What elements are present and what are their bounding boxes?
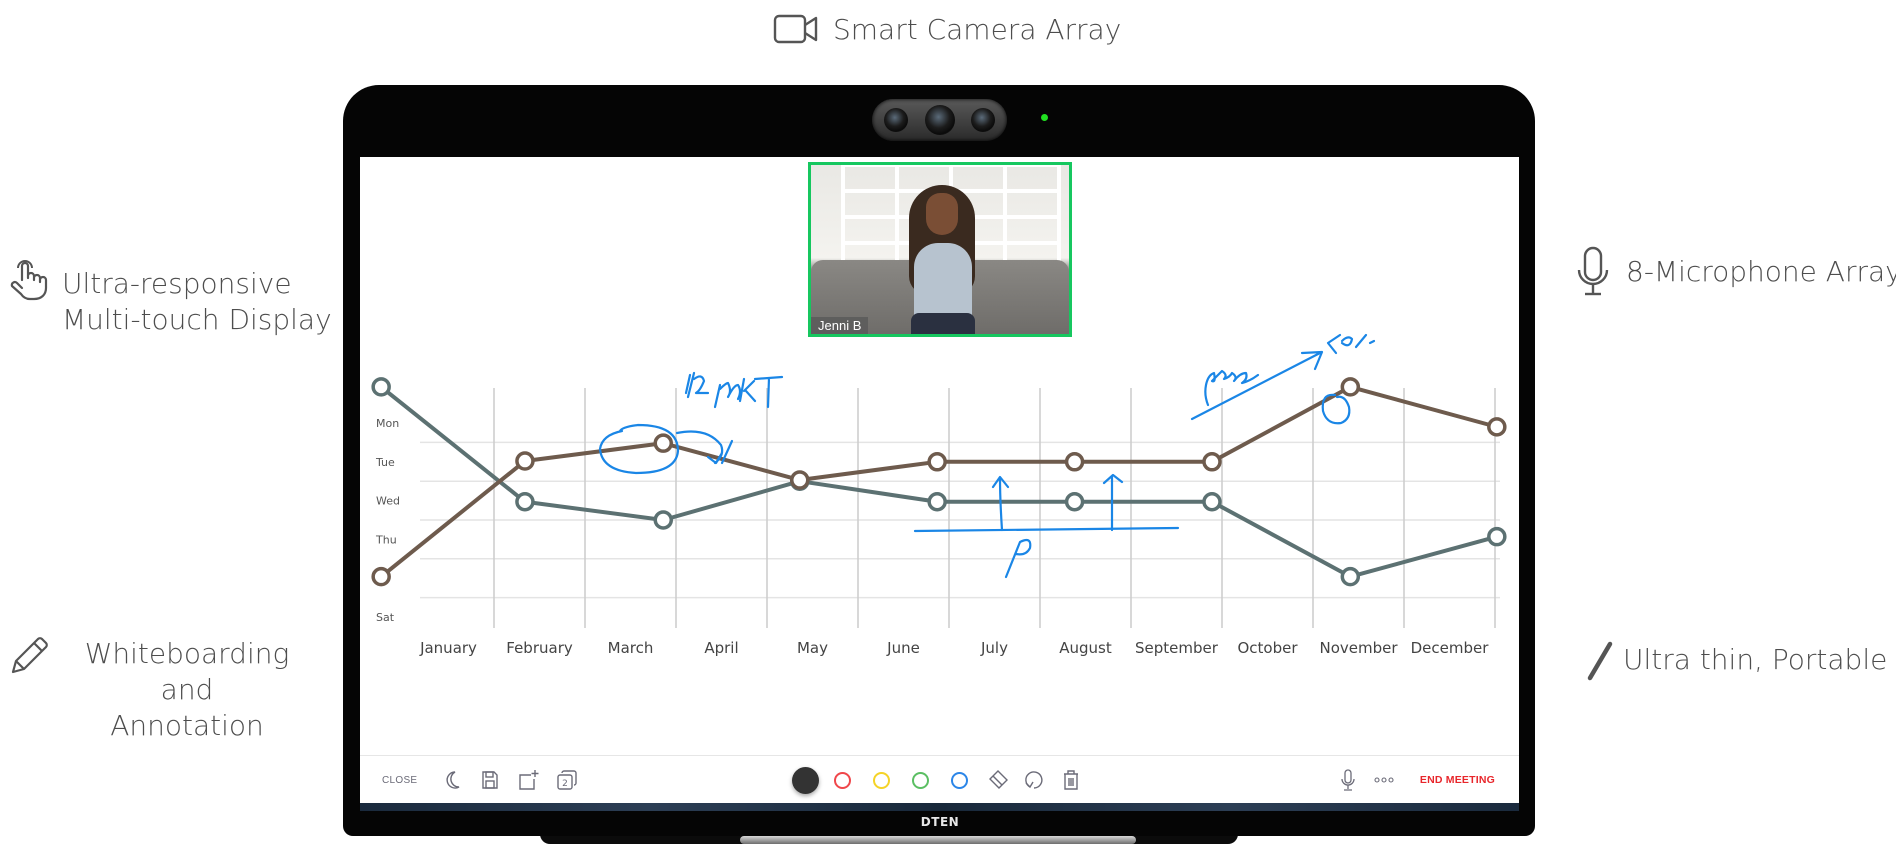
device-stand-bar — [740, 836, 1136, 844]
feature-label-line1: Ultra-responsive — [62, 267, 292, 300]
ink-text-half-mkt — [684, 371, 784, 409]
camera-lens-left — [884, 108, 908, 132]
touch-hand-icon — [10, 260, 48, 301]
video-camera-icon — [773, 14, 818, 44]
delete-button[interactable] — [1058, 756, 1084, 803]
pages-count: 2 — [562, 779, 568, 789]
color-swatch-red[interactable] — [829, 756, 855, 803]
color-swatch-green[interactable] — [907, 756, 933, 803]
whiteboard-toolbar: CLOSE 2 END MEETING — [360, 755, 1519, 803]
camera-status-led — [1041, 114, 1048, 121]
feature-smart-camera: Smart Camera Array — [773, 12, 1122, 48]
pages-button[interactable]: 2 — [554, 756, 580, 803]
brand-logo: DTEN — [920, 815, 960, 829]
more-icon — [1374, 777, 1394, 783]
feature-label: Smart Camera Array — [833, 13, 1122, 46]
participant-legs — [911, 313, 975, 334]
slash-thin-icon — [1587, 641, 1613, 681]
new-page-button[interactable] — [515, 756, 541, 803]
camera-module — [872, 99, 1007, 141]
participant-face — [926, 193, 958, 235]
eraser-button[interactable] — [985, 756, 1011, 803]
whiteboard-screen[interactable]: MonTueWedThuFriSatJanuaryFebruaryMarchAp… — [360, 157, 1519, 803]
camera-lens-right — [971, 108, 995, 132]
mute-button[interactable] — [1337, 756, 1359, 803]
feature-ultra-thin: Ultra thin, Portable — [1587, 641, 1888, 681]
feature-multitouch: Ultra-responsive Multi-touch Display — [10, 260, 332, 338]
feature-whiteboarding: Whiteboarding and Annotation — [11, 636, 316, 744]
pages-icon: 2 — [557, 770, 577, 790]
color-swatch-blue[interactable] — [946, 756, 972, 803]
night-mode-button[interactable] — [440, 756, 464, 803]
color-swatch-yellow[interactable] — [868, 756, 894, 803]
undo-button[interactable] — [1021, 756, 1047, 803]
feature-label-line2: Multi-touch Display — [62, 303, 332, 336]
eraser-icon — [989, 770, 1008, 789]
camera-lens-main — [925, 105, 955, 135]
save-button[interactable] — [478, 756, 502, 803]
pencil-icon — [11, 637, 48, 674]
feature-label-line2: Annotation — [110, 709, 264, 742]
save-icon — [482, 771, 498, 789]
microphone-icon — [1577, 246, 1609, 296]
feature-microphone: 8-Microphone Array — [1577, 246, 1896, 296]
close-button[interactable]: CLOSE — [382, 756, 417, 803]
moon-icon — [446, 771, 460, 789]
feature-label-line1: Whiteboarding and — [84, 637, 290, 706]
color-swatch-black[interactable] — [790, 756, 820, 803]
undo-icon — [1025, 771, 1043, 789]
more-options-button[interactable] — [1372, 756, 1396, 803]
feature-label: 8-Microphone Array — [1626, 255, 1896, 288]
ink-bracket-p — [913, 473, 1180, 579]
feature-label: Ultra thin, Portable — [1623, 643, 1888, 676]
ink-growth-arrow — [1190, 333, 1376, 425]
microphone-icon — [1341, 769, 1355, 791]
participant-video-tile[interactable]: Jenni B — [808, 162, 1072, 337]
participant-name-tag: Jenni B — [811, 317, 869, 334]
ink-circle-march — [598, 423, 734, 475]
screen-wallpaper-strip — [360, 803, 1519, 811]
new-page-icon — [519, 770, 539, 790]
end-meeting-button[interactable]: END MEETING — [1420, 756, 1495, 803]
trash-icon — [1064, 770, 1078, 790]
